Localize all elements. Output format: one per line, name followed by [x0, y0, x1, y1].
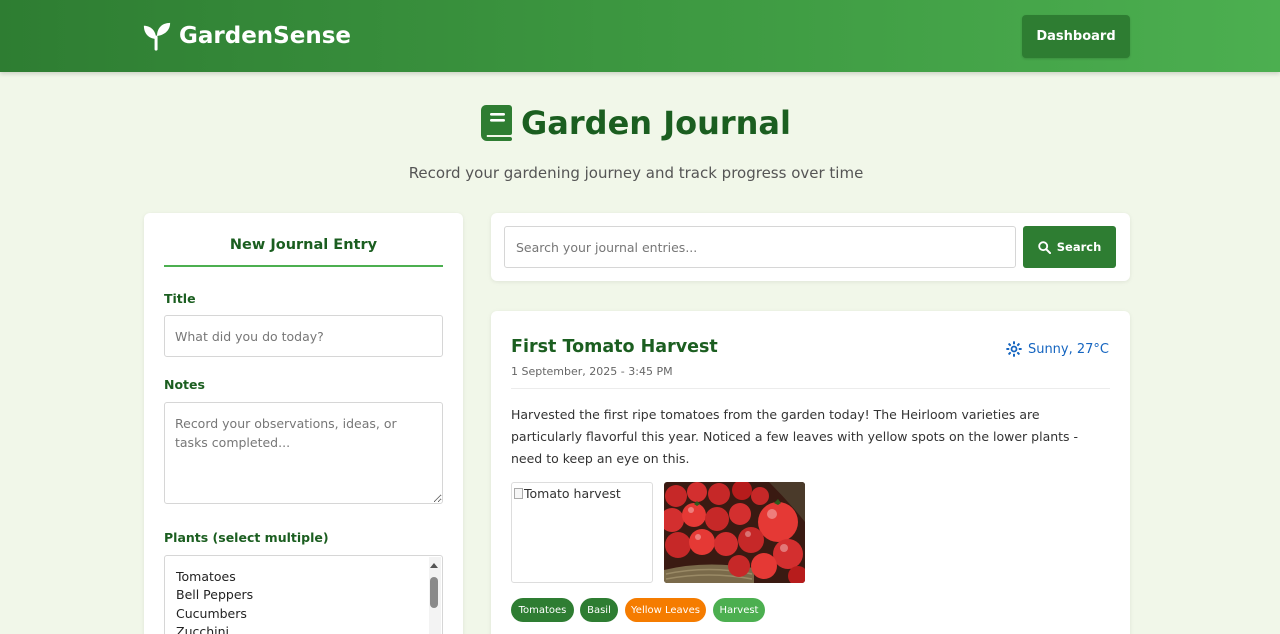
title-input[interactable]	[164, 315, 443, 357]
plants-scrollbar[interactable]	[429, 557, 441, 634]
form-heading-divider	[164, 265, 443, 267]
brand-name: GardenSense	[179, 23, 352, 49]
scroll-up-arrow-icon[interactable]	[430, 563, 438, 568]
dashboard-button[interactable]: Dashboard	[1022, 15, 1130, 58]
form-heading: New Journal Entry	[229, 237, 378, 253]
notes-textarea[interactable]	[164, 402, 443, 504]
entry-date: 1 September, 2025 - 3:45 PM	[511, 365, 673, 378]
page-title-text: Garden Journal	[521, 104, 791, 142]
scrollbar-thumb[interactable]	[430, 577, 438, 608]
top-navbar: GardenSense Dashboard	[0, 0, 1280, 72]
page-subtitle: Record your gardening journey and track …	[408, 164, 864, 182]
search-input[interactable]	[504, 226, 1016, 268]
entry-title[interactable]: First Tomato Harvest	[511, 337, 718, 357]
plant-option[interactable]: Cucumbers	[176, 606, 247, 621]
sun-icon	[1006, 341, 1022, 357]
plants-label: Plants (select multiple)	[164, 530, 329, 545]
notes-label: Notes	[164, 377, 205, 392]
search-icon	[1038, 240, 1051, 254]
entry-photo-tomatoes[interactable]	[664, 482, 805, 583]
tag-chip[interactable]: Basil	[580, 598, 618, 622]
tag-chip[interactable]: Tomatoes	[511, 598, 574, 622]
search-button[interactable]: Search	[1023, 226, 1116, 268]
broken-image-alt: Tomato harvest	[514, 486, 621, 501]
weather-text: Sunny, 27°C	[1027, 341, 1109, 357]
image-alt-text: Tomato harvest	[524, 486, 621, 501]
journal-entry-card: First Tomato Harvest Sunny, 27°C 1 Septe…	[491, 311, 1130, 634]
plant-option[interactable]: Bell Peppers	[176, 587, 253, 602]
plants-multiselect[interactable]: Tomatoes Bell Peppers Cucumbers Zucchini	[164, 555, 443, 634]
book-icon	[481, 105, 513, 141]
new-entry-form: New Journal Entry Title Notes Plants (se…	[144, 213, 463, 634]
search-button-label: Search	[1056, 240, 1102, 254]
tomatoes-photo	[664, 482, 805, 583]
search-panel: Search	[491, 213, 1130, 281]
entry-divider	[511, 388, 1110, 389]
plant-option[interactable]: Zucchini	[176, 624, 229, 634]
tag-chip[interactable]: Yellow Leaves	[625, 598, 706, 622]
plant-option[interactable]: Tomatoes	[176, 569, 236, 584]
brand-logo[interactable]: GardenSense	[142, 20, 351, 52]
entry-photo-broken[interactable]: Tomato harvest	[511, 482, 653, 583]
broken-image-icon	[514, 488, 523, 499]
entry-body: Harvested the first ripe tomatoes from t…	[511, 407, 1079, 466]
page-title: Garden Journal	[0, 104, 1272, 142]
title-label: Title	[164, 291, 196, 306]
sprout-icon	[143, 22, 171, 51]
entry-weather: Sunny, 27°C	[1006, 341, 1109, 357]
tag-chip[interactable]: Harvest	[713, 598, 765, 622]
